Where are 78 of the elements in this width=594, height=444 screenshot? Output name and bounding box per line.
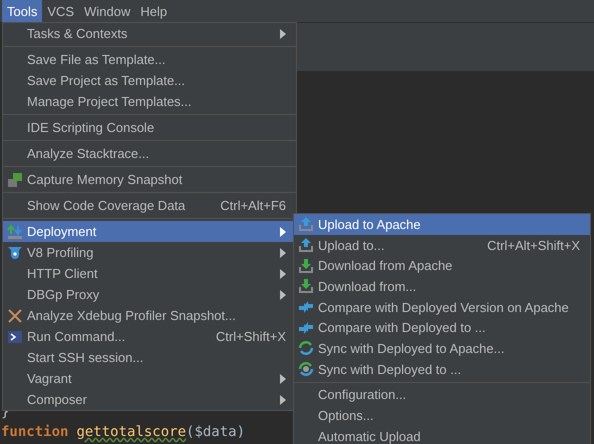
menu-item[interactable]: Run Command... Ctrl+Shift+X <box>3 326 296 347</box>
menu-title[interactable]: Tools <box>2 0 42 22</box>
compare-arrows-icon <box>298 320 314 336</box>
menu-item[interactable]: Download from... <box>294 276 590 297</box>
cross-icon <box>7 308 23 324</box>
menu-item-label: Vagrant <box>27 371 73 386</box>
code-keyword: function <box>1 423 68 442</box>
keyboard-shortcut: Ctrl+Shift+X <box>216 329 286 344</box>
menu-item[interactable]: Automatic Upload <box>294 426 590 444</box>
menu-title[interactable]: VCS <box>42 0 80 22</box>
menu-item[interactable]: Deployment <box>3 221 296 242</box>
download-icon <box>298 258 314 274</box>
menu-item[interactable]: Compare with Deployed Version on Apache <box>294 296 590 318</box>
menu-item-label: Sync with Deployed to ... <box>318 362 462 377</box>
upload-icon <box>298 216 314 232</box>
menu-item[interactable]: V8 Profiling <box>3 242 296 263</box>
menu-item[interactable]: Start SSH session... <box>3 347 296 368</box>
menu-item-label: Download from Apache <box>318 258 454 274</box>
menu-item-label: DBGp Proxy <box>27 287 100 302</box>
menu-item-label: Show Code Coverage Data <box>27 198 186 213</box>
menu-item-label: Analyze Stacktrace... <box>27 146 150 161</box>
menu-item[interactable]: Sync with Deployed to ... <box>294 358 590 380</box>
menu-item-label: Upload to Apache <box>318 216 422 232</box>
menu-item-label: Deployment <box>27 224 98 239</box>
upload-download-icon <box>7 224 23 240</box>
menu-item[interactable]: Analyze Stacktrace... <box>3 143 296 164</box>
menu-item[interactable]: Save File as Template... <box>3 49 296 70</box>
menu-item[interactable]: Upload to Apache <box>294 214 590 235</box>
menu-item-label: Compare with Deployed Version on Apache <box>318 300 570 315</box>
menu-item[interactable]: Upload to... Ctrl+Alt+Shift+X <box>294 234 590 256</box>
menu-item-label: Manage Project Templates... <box>27 94 193 109</box>
menu-item-label: Run Command... <box>27 329 126 344</box>
menu-item-label: Configuration... <box>318 387 408 402</box>
keyboard-shortcut: Ctrl+Alt+F6 <box>220 198 286 213</box>
menu-item[interactable]: Capture Memory Snapshot <box>3 169 296 190</box>
menu-item[interactable]: Tasks & Contexts <box>3 23 296 44</box>
sync-icon <box>298 361 314 378</box>
menu-title[interactable]: Window <box>79 0 136 22</box>
menu-item-label: Save File as Template... <box>27 52 166 67</box>
menu-item[interactable]: Options... <box>294 405 590 426</box>
terminal-icon <box>7 328 23 344</box>
menu-item-label: Options... <box>318 408 375 424</box>
menu-item-label: Compare with Deployed to ... <box>318 320 487 336</box>
shield-icon <box>7 244 23 260</box>
menu-item[interactable]: Compare with Deployed to ... <box>294 317 590 338</box>
compare-arrows-icon <box>298 299 314 316</box>
download-icon <box>298 278 314 294</box>
menu-item[interactable]: Analyze Xdebug Profiler Snapshot... <box>3 305 296 326</box>
menu-item[interactable]: HTTP Client <box>3 263 296 284</box>
menu-item[interactable]: Download from Apache <box>294 255 590 276</box>
menu-item-label: Save Project as Template... <box>27 73 186 88</box>
menu-item-label: Sync with Deployed to Apache... <box>318 340 506 356</box>
menu-item-label: Automatic Upload <box>318 428 422 444</box>
function-name: gettotalscore <box>76 423 186 442</box>
menu-item[interactable]: Sync with Deployed to Apache... <box>294 338 590 359</box>
menu-item[interactable]: Composer <box>3 389 296 410</box>
menu-item-label: IDE Scripting Console <box>27 120 156 135</box>
menu-item-label: Download from... <box>318 278 418 294</box>
menu-item-label: Composer <box>27 392 88 407</box>
menu-item[interactable]: Manage Project Templates... <box>3 91 296 112</box>
menu-item-label: V8 Profiling <box>27 245 94 260</box>
menu-item[interactable]: Show Code Coverage Data Ctrl+Alt+F6 <box>3 195 296 216</box>
menu-item[interactable]: Configuration... <box>294 384 590 406</box>
menu-item[interactable]: DBGp Proxy <box>3 284 296 305</box>
menu-item[interactable]: Vagrant <box>3 368 296 389</box>
menu-item[interactable]: IDE Scripting Console <box>3 117 296 138</box>
menu-item-label: Start SSH session... <box>27 350 144 365</box>
code-params: ($data) <box>186 423 246 442</box>
menu-item[interactable]: Save Project as Template... <box>3 70 296 91</box>
upload-icon <box>298 237 314 254</box>
menu-item-label: Upload to... <box>318 238 386 253</box>
menu-item-label: Capture Memory Snapshot <box>27 172 184 187</box>
menu-item-label: Tasks & Contexts <box>27 26 128 41</box>
menu-item-label: Analyze Xdebug Profiler Snapshot... <box>27 308 237 323</box>
menu-item-label: HTTP Client <box>27 266 99 281</box>
keyboard-shortcut: Ctrl+Alt+Shift+X <box>487 238 580 253</box>
menu-title[interactable]: Help <box>135 0 172 22</box>
sync-icon <box>298 340 314 356</box>
